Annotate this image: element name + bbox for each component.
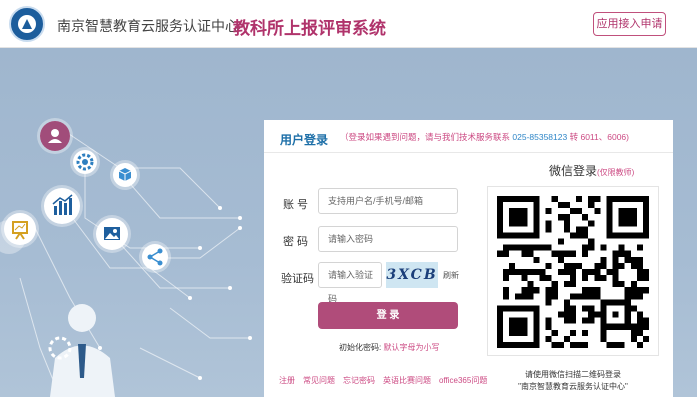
register-link[interactable]: 注册 [279, 376, 295, 385]
captcha-label: 验证码 [281, 273, 314, 285]
faq-link[interactable]: 常见问题 [303, 376, 335, 385]
init-password-hint: 初始化密码: 默认字母为小写 [339, 342, 439, 353]
account-input[interactable]: 支持用户名/手机号/邮箱 [318, 188, 458, 214]
apply-access-button[interactable]: 应用接入申请 [593, 12, 666, 36]
cube-icon [113, 163, 137, 187]
presentation-icon [4, 213, 36, 245]
office365-link[interactable]: office365问题 [439, 376, 487, 385]
login-panel-header: 用户登录 （登录如果遇到问题，请与我们技术服务联系 025-85358123 转… [264, 120, 673, 153]
person-silhouette [48, 304, 115, 397]
logo [9, 6, 45, 42]
english-contest-link[interactable]: 英语比赛问题 [383, 376, 431, 385]
password-input[interactable]: 请输入密码 [318, 226, 458, 252]
account-label: 账 号 [283, 199, 309, 211]
login-title: 用户登录 [280, 133, 329, 147]
password-label: 密 码 [283, 236, 309, 248]
gear-icon [73, 150, 97, 174]
support-tip: （登录如果遇到问题，请与我们技术服务联系 025-85358123 转 6011… [340, 131, 629, 143]
captcha-input[interactable]: 请输入验证码 [318, 262, 382, 304]
wechat-title-text: 微信登录 [549, 164, 598, 178]
share-icon [142, 244, 168, 270]
system-title: 教科所上报评审系统 [233, 19, 386, 38]
refresh-captcha-link[interactable]: 刷新 [443, 270, 459, 281]
header: 南京智慧教育云服务认证中心 教科所上报评审系统 应用接入申请 [0, 0, 697, 48]
user-icon [40, 121, 70, 151]
help-links: 注册 常见问题 忘记密码 英语比赛问题 office365问题 [279, 375, 495, 386]
wechat-note-line1: 请使用微信扫描二维码登录 [525, 370, 621, 379]
login-button[interactable]: 登 录 [318, 302, 458, 329]
support-tip-suffix: 转 6011、6006) [569, 132, 629, 142]
captcha-image[interactable]: 3XCB [386, 262, 438, 288]
support-tip-text: （登录如果遇到问题，请与我们技术服务联系 [340, 132, 511, 142]
image-icon [96, 218, 128, 250]
init-password-value: 默认字母为小写 [383, 343, 440, 352]
init-password-label: 初始化密码: [339, 343, 382, 352]
wechat-qr-code[interactable] [497, 196, 649, 348]
wechat-login-title: 微信登录(仅限教师) [549, 162, 634, 179]
wechat-note: 请使用微信扫描二维码登录 "南京智慧教育云服务认证中心" [487, 369, 659, 393]
wechat-subtitle: (仅限教师) [597, 168, 635, 177]
support-phone: 025-85358123 [512, 132, 568, 142]
org-name: 南京智慧教育云服务认证中心 [57, 18, 239, 34]
wechat-note-line2: "南京智慧教育云服务认证中心" [518, 382, 628, 391]
chart-icon [44, 188, 80, 224]
forgot-password-link[interactable]: 忘记密码 [343, 376, 375, 385]
